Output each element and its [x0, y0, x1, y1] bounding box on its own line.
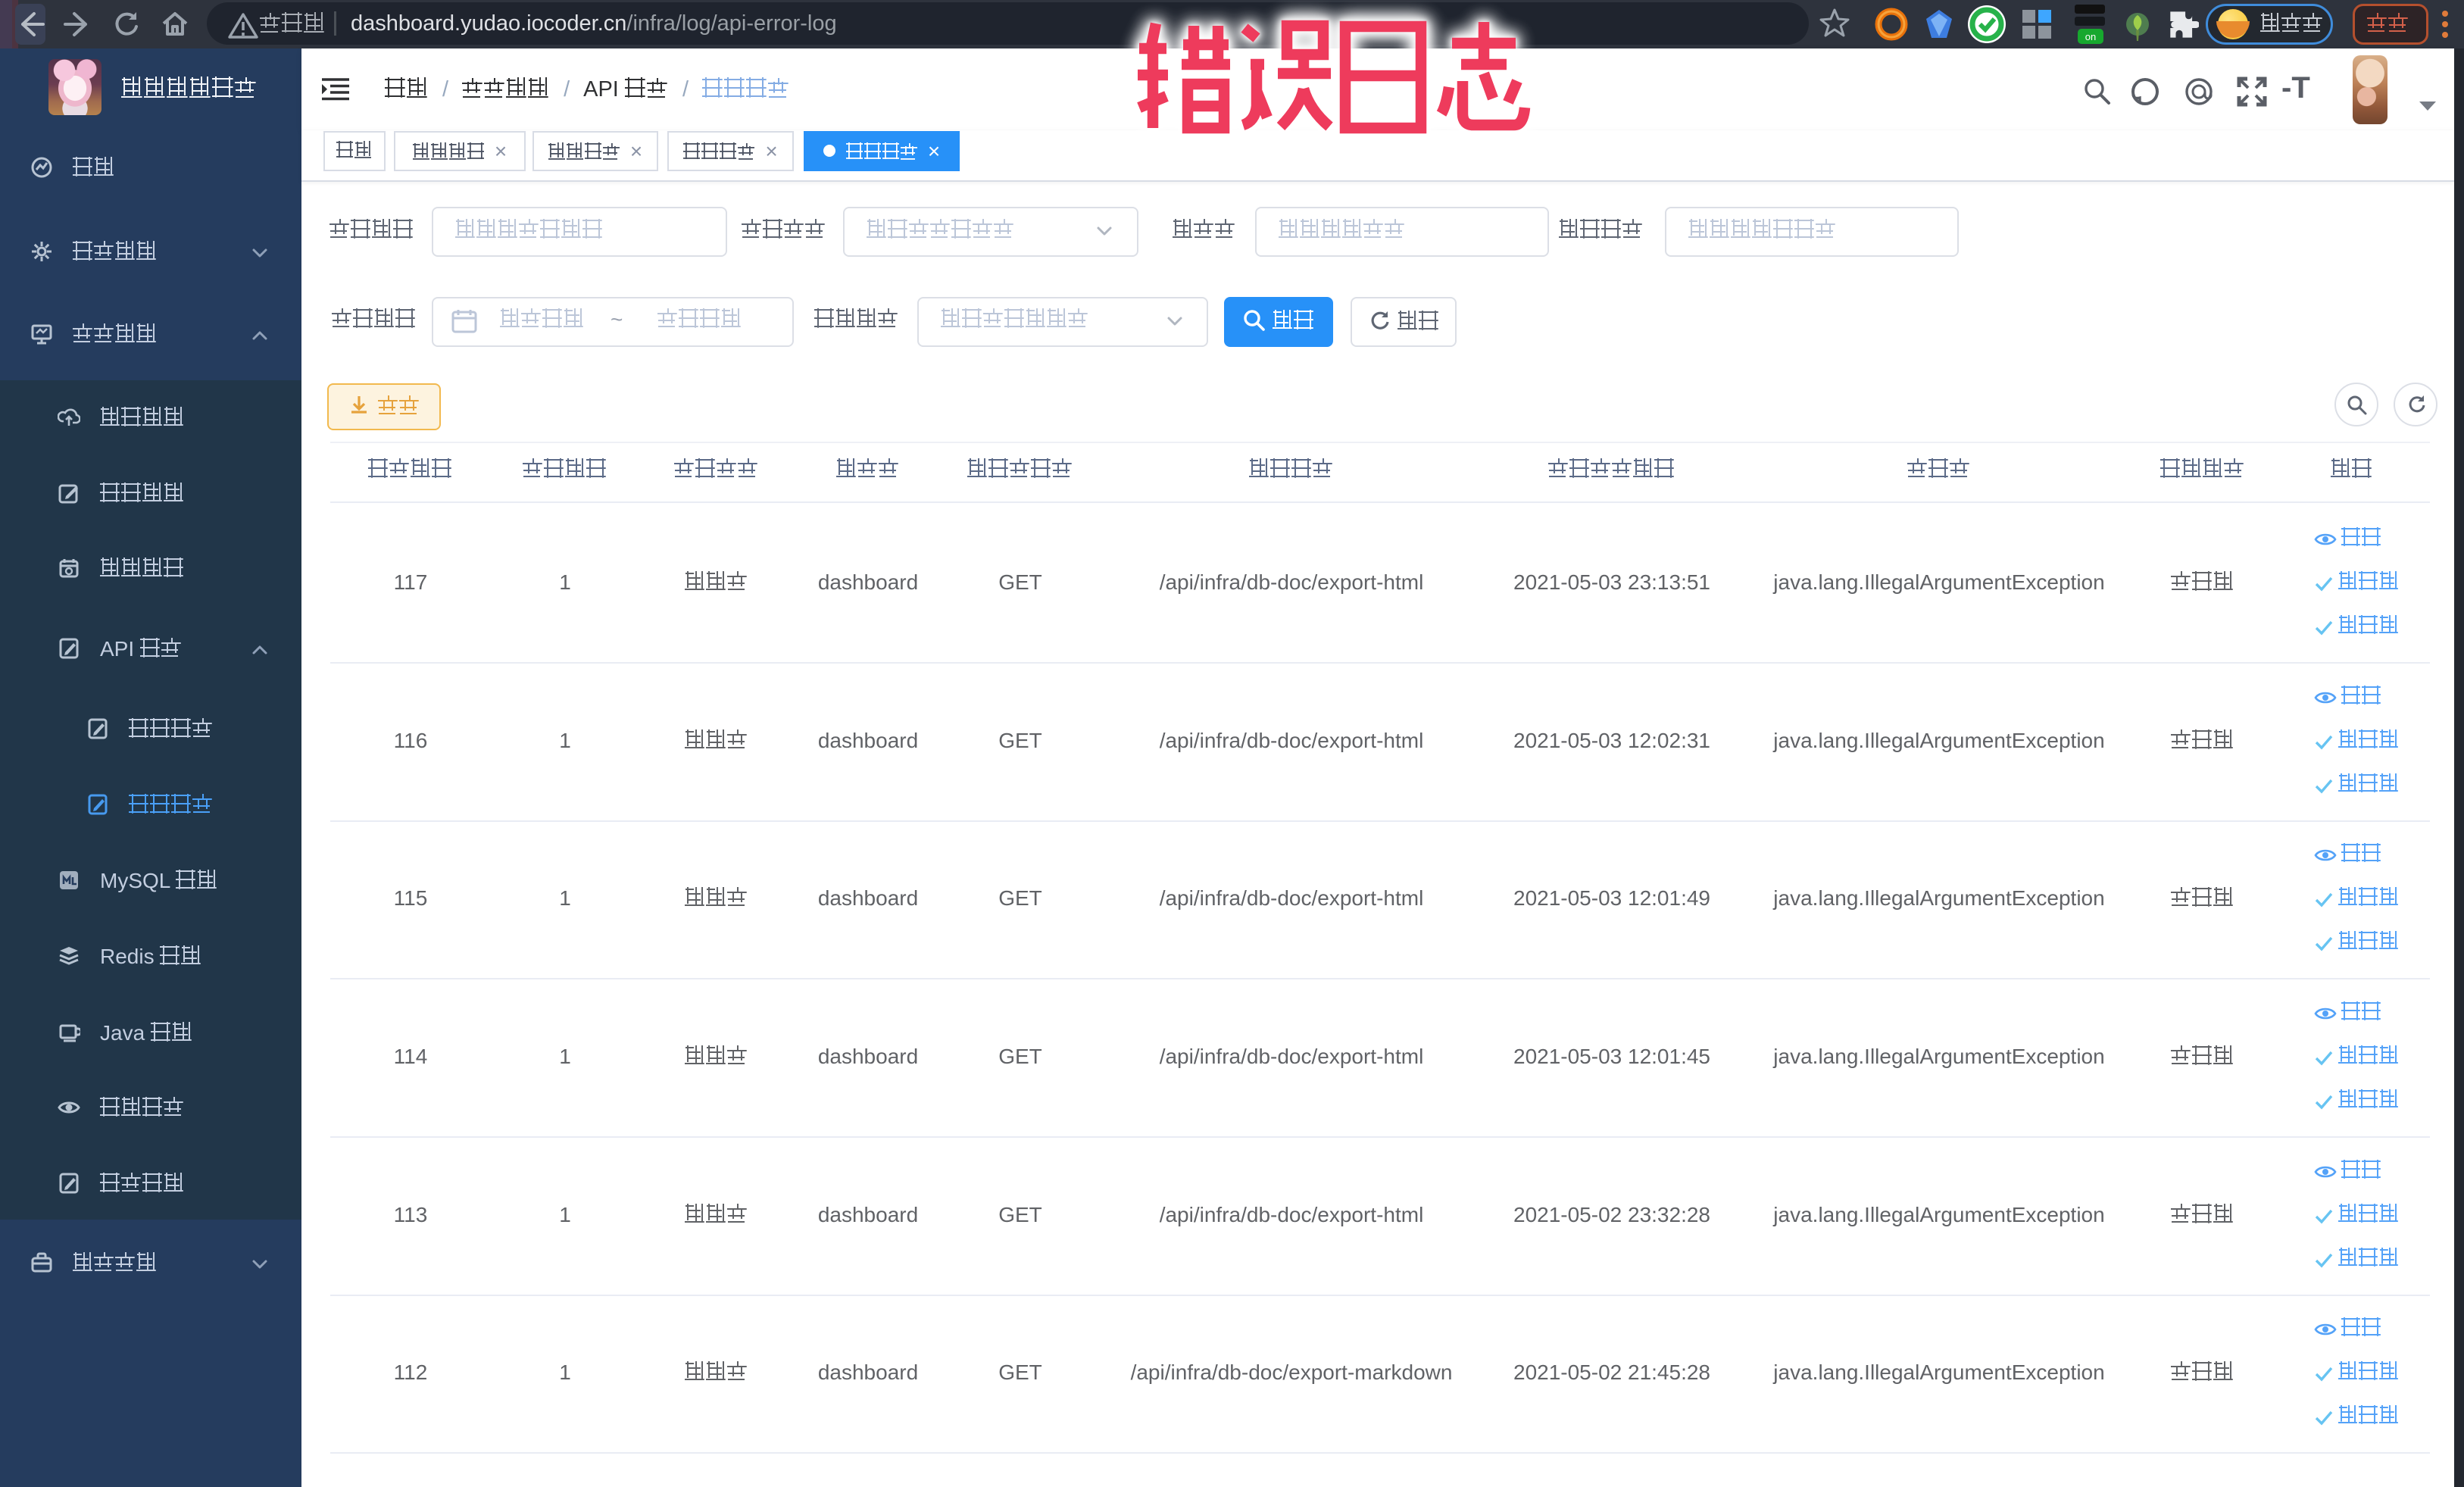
svg-text:on: on [2085, 31, 2096, 42]
